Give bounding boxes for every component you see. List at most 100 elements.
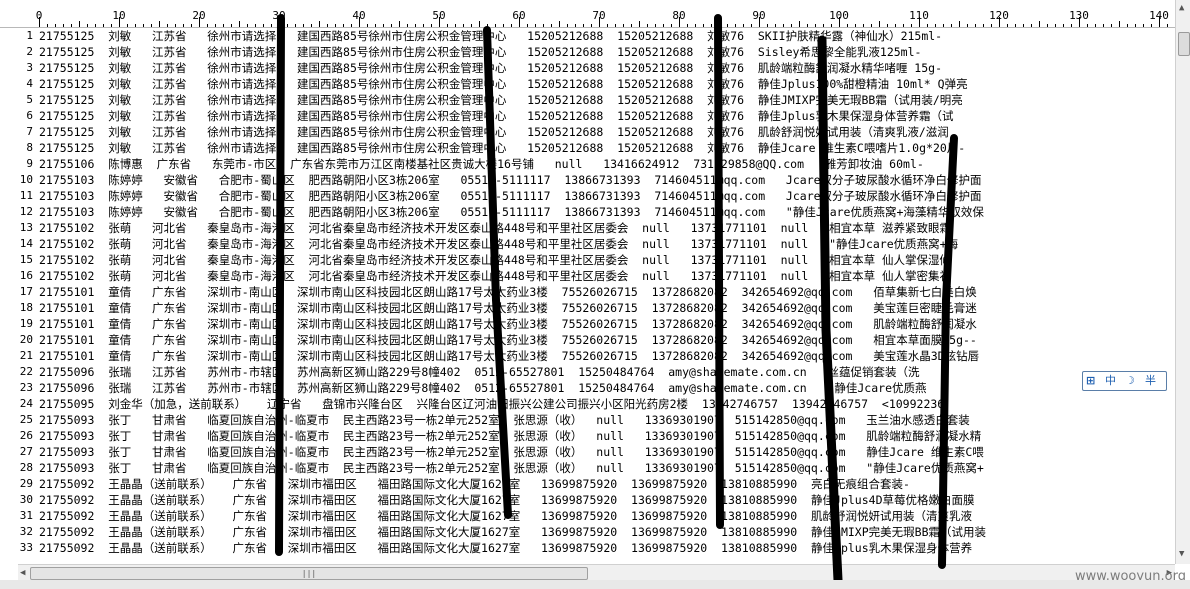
ruler-tick bbox=[479, 21, 480, 27]
line-number: 30 bbox=[19, 493, 33, 506]
line-text: 21755101 童倩 广东省 深圳市-南山区 深圳市南山区科技园北区朗山路17… bbox=[39, 285, 977, 299]
ruler-tick bbox=[863, 24, 864, 27]
line-text: 21755101 童倩 广东省 深圳市-南山区 深圳市南山区科技园北区朗山路17… bbox=[39, 317, 977, 331]
ruler-tick bbox=[751, 24, 752, 27]
ruler-tick bbox=[959, 21, 960, 27]
ruler-tick bbox=[615, 24, 616, 27]
line-text: 21755092 王晶晶（送前联系） 广东省 深圳市福田区 福田路国际文化大厦1… bbox=[39, 541, 973, 555]
ruler-tick bbox=[215, 24, 216, 27]
line-text: 21755102 张萌 河北省 秦皇岛市-海港区 河北省秦皇岛市经济技术开发区泰… bbox=[39, 221, 952, 235]
ruler-label: 90 bbox=[752, 9, 766, 22]
ruler-tick bbox=[87, 24, 88, 27]
ruler-tick bbox=[455, 24, 456, 27]
line-number: 12 bbox=[19, 205, 33, 218]
ruler-tick bbox=[127, 24, 128, 27]
ruler-tick bbox=[447, 24, 448, 27]
ruler-label: 110 bbox=[909, 9, 929, 22]
line-text: 21755125 刘敏 江苏省 徐州市请选择 建国西路85号徐州市住房公积金管理… bbox=[39, 125, 949, 139]
ruler-tick bbox=[407, 24, 408, 27]
line-text: 21755093 张丁 甘肃省 临夏回族自治州-临夏市 民主西路23号一栋2单元… bbox=[39, 429, 982, 443]
ruler-tick bbox=[63, 24, 64, 27]
ruler-tick bbox=[1007, 24, 1008, 27]
line-text: 21755101 童倩 广东省 深圳市-南山区 深圳市南山区科技园北区朗山路17… bbox=[39, 301, 977, 315]
line-number: 22 bbox=[19, 365, 33, 378]
line-number: 18 bbox=[19, 301, 33, 314]
ruler-tick bbox=[1135, 24, 1136, 27]
ruler-tick bbox=[575, 24, 576, 27]
ruler-tick bbox=[551, 24, 552, 27]
ruler-tick bbox=[911, 24, 912, 27]
ruler-tick bbox=[1167, 24, 1168, 27]
ruler-tick bbox=[391, 24, 392, 27]
ime-logo-icon[interactable]: ⊞ bbox=[1086, 372, 1095, 390]
line-text: 21755101 童倩 广东省 深圳市-南山区 深圳市南山区科技园北区朗山路17… bbox=[39, 349, 980, 363]
ruler-label: 20 bbox=[192, 9, 206, 22]
line-text: 21755125 刘敏 江苏省 徐州市请选择 建国西路85号徐州市住房公积金管理… bbox=[39, 77, 968, 91]
line-number: 25 bbox=[19, 413, 33, 426]
ruler-tick bbox=[375, 24, 376, 27]
ruler-tick bbox=[399, 21, 400, 27]
ruler-tick bbox=[583, 24, 584, 27]
scroll-left-arrow-icon[interactable]: ◀ bbox=[20, 565, 25, 581]
ruler-tick bbox=[951, 24, 952, 27]
ruler-tick bbox=[159, 21, 160, 27]
ruler-tick bbox=[303, 24, 304, 27]
ruler-label: 30 bbox=[272, 9, 286, 22]
line-text: 21755095 刘金华（加急，送前联系） 辽宁省 盘锦市兴隆台区 兴隆台区辽河… bbox=[39, 397, 945, 411]
ruler-tick bbox=[183, 24, 184, 27]
vertical-scrollbar[interactable]: ▲ ▼ bbox=[1175, 0, 1190, 564]
ruler-label: 70 bbox=[592, 9, 606, 22]
ruler-tick bbox=[855, 24, 856, 27]
ruler-tick bbox=[471, 24, 472, 27]
ruler-tick bbox=[191, 24, 192, 27]
ruler-tick bbox=[367, 24, 368, 27]
ruler-tick bbox=[735, 24, 736, 27]
ruler-tick bbox=[1071, 24, 1072, 27]
ruler-tick bbox=[591, 24, 592, 27]
scroll-up-arrow-icon[interactable]: ▲ bbox=[1179, 0, 1184, 16]
ruler-tick bbox=[791, 24, 792, 27]
ime-width-toggle[interactable]: 半 bbox=[1145, 372, 1156, 390]
line-number: 6 bbox=[26, 109, 33, 122]
ruler-tick bbox=[695, 24, 696, 27]
ruler-label: 140 bbox=[1149, 9, 1169, 22]
scroll-grip: ||| bbox=[301, 569, 317, 578]
ruler-tick bbox=[895, 24, 896, 27]
ruler-tick bbox=[319, 21, 320, 27]
ruler-tick bbox=[975, 24, 976, 27]
line-number: 20 bbox=[19, 333, 33, 346]
ruler-tick bbox=[223, 24, 224, 27]
vertical-scroll-thumb[interactable] bbox=[1178, 32, 1190, 56]
ruler-tick bbox=[351, 24, 352, 27]
horizontal-scrollbar[interactable]: ◀ ||| ▶ bbox=[18, 564, 1175, 581]
line-text: 21755103 陈婷婷 安徽省 合肥市-蜀山区 肥西路朝阳小区3栋206室 0… bbox=[39, 205, 984, 219]
ruler-tick bbox=[719, 21, 720, 27]
line-text: 21755093 张丁 甘肃省 临夏回族自治州-临夏市 民主西路23号一栋2单元… bbox=[39, 445, 984, 459]
line-number: 32 bbox=[19, 525, 33, 538]
line-text: 21755125 刘敏 江苏省 徐州市请选择 建国西路85号徐州市住房公积金管理… bbox=[39, 29, 943, 43]
ruler-tick bbox=[231, 24, 232, 27]
line-number: 7 bbox=[26, 125, 33, 138]
text-editor-area[interactable]: 1 21755125 刘敏 江苏省 徐州市请选择 建国西路85号徐州市住房公积金管… bbox=[0, 28, 1175, 564]
ruler-tick bbox=[239, 21, 240, 27]
ruler-tick bbox=[207, 24, 208, 27]
horizontal-scroll-thumb[interactable]: ||| bbox=[30, 567, 588, 580]
ruler-tick bbox=[271, 24, 272, 27]
ime-mode-toggle[interactable]: 中 bbox=[1105, 372, 1116, 390]
ruler-tick bbox=[103, 24, 104, 27]
line-number: 9 bbox=[26, 157, 33, 170]
ruler-tick bbox=[727, 24, 728, 27]
ruler-tick bbox=[511, 24, 512, 27]
scroll-down-arrow-icon[interactable]: ▼ bbox=[1179, 546, 1184, 562]
ruler-label: 0 bbox=[35, 9, 43, 22]
ruler-tick bbox=[1023, 24, 1024, 27]
ruler-tick bbox=[167, 24, 168, 27]
ruler-tick bbox=[935, 24, 936, 27]
ruler-tick bbox=[847, 24, 848, 27]
ime-punctuation-icon[interactable]: ☽ bbox=[1125, 372, 1135, 390]
ime-toolbar[interactable]: ⊞ 中 ☽ 半 bbox=[1082, 371, 1167, 391]
line-text: 21755125 刘敏 江苏省 徐州市请选择 建国西路85号徐州市住房公积金管理… bbox=[39, 93, 963, 107]
ruler-label: 40 bbox=[352, 9, 366, 22]
ruler-tick bbox=[823, 24, 824, 27]
line-text: 21755101 童倩 广东省 深圳市-南山区 深圳市南山区科技园北区朗山路17… bbox=[39, 333, 977, 347]
